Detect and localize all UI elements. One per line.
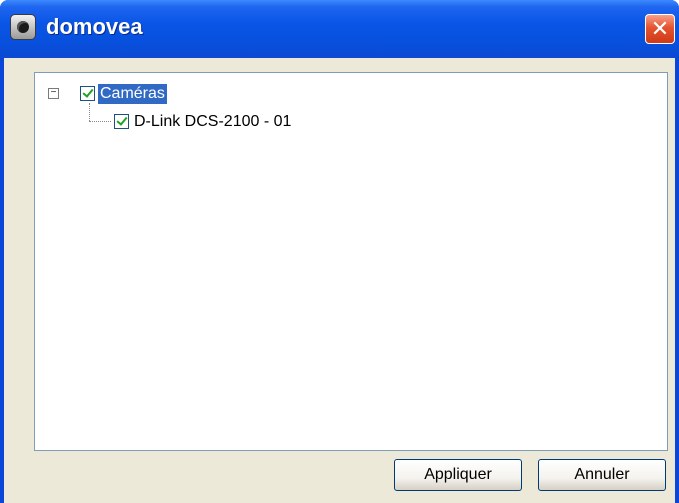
tree-node-cameras[interactable]: Caméras bbox=[98, 84, 167, 104]
close-button[interactable]: ✕ bbox=[645, 14, 675, 44]
dialog-client-area: − Caméras D-Link DCS-2100 - 01 Appliquer… bbox=[4, 58, 675, 503]
domovea-app-icon bbox=[10, 14, 36, 40]
collapse-icon[interactable]: − bbox=[48, 88, 59, 99]
dlink-camera-checkbox[interactable] bbox=[114, 114, 129, 129]
cancel-button[interactable]: Annuler bbox=[538, 459, 666, 491]
tree-connector-vertical bbox=[89, 103, 90, 121]
tree-node-dlink-camera[interactable]: D-Link DCS-2100 - 01 bbox=[132, 112, 293, 132]
dialog-window: domovea ✕ − Caméras D-Link DCS-2100 - 01… bbox=[0, 0, 679, 503]
camera-tree-view[interactable]: − Caméras D-Link DCS-2100 - 01 bbox=[34, 72, 668, 451]
cameras-checkbox[interactable] bbox=[80, 86, 95, 101]
tree-connector-horizontal bbox=[89, 121, 111, 122]
window-title: domovea bbox=[46, 14, 143, 39]
title-bar[interactable]: domovea ✕ bbox=[0, 0, 679, 58]
apply-button[interactable]: Appliquer bbox=[394, 459, 522, 491]
